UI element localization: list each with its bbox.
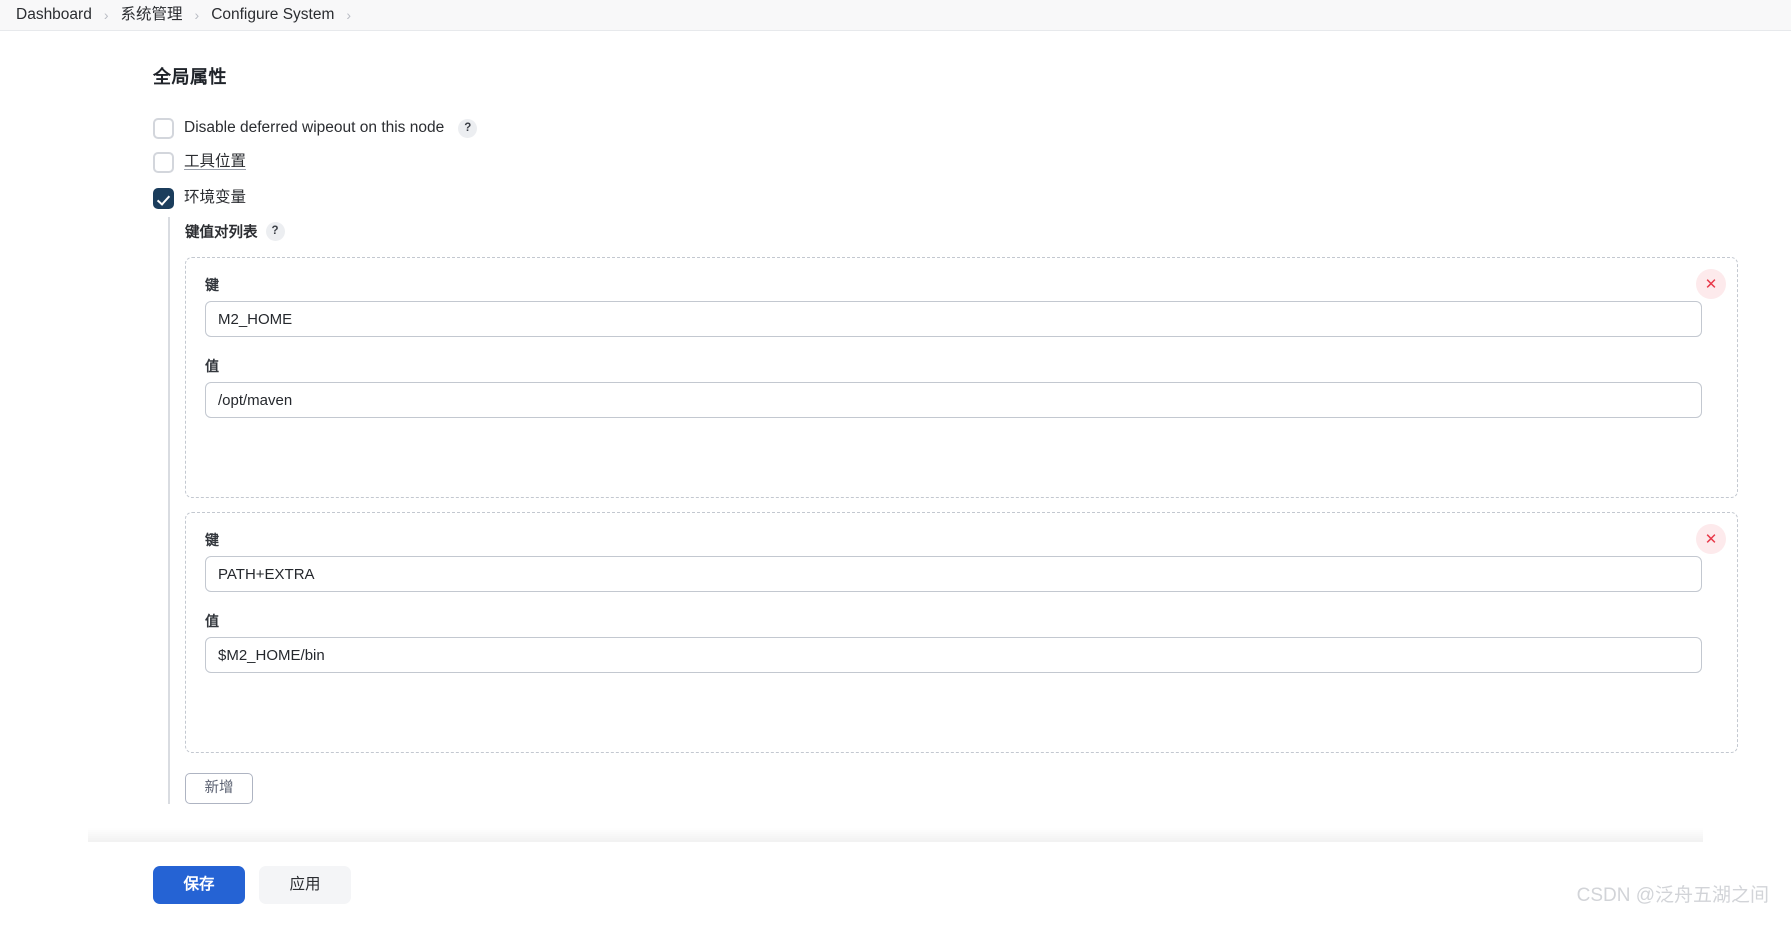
checkbox-tool-locations[interactable] — [153, 152, 174, 173]
delete-entry-button[interactable]: ✕ — [1696, 524, 1726, 554]
env-var-value-group: 值 — [205, 359, 1718, 418]
key-value-list-header: 键值对列表 ? — [185, 221, 1791, 242]
checkbox-row-tool-locations[interactable]: 工具位置 — [153, 152, 1791, 173]
save-button[interactable]: 保存 — [153, 865, 245, 904]
add-entry-button[interactable]: 新增 — [185, 773, 253, 804]
env-var-entry-card: ✕ 键 值 — [185, 512, 1738, 753]
apply-button[interactable]: 应用 — [259, 865, 351, 904]
checkbox-disable-deferred-wipeout[interactable] — [153, 118, 174, 139]
env-var-key-group: 键 — [205, 278, 1718, 337]
breadcrumb-item-configure-system[interactable]: Configure System — [203, 7, 342, 23]
env-var-value-label: 值 — [205, 613, 219, 629]
env-var-value-input[interactable] — [205, 637, 1702, 673]
chevron-right-icon: › — [346, 7, 352, 23]
delete-entry-button[interactable]: ✕ — [1696, 269, 1726, 299]
checkbox-label-tool-locations: 工具位置 — [184, 153, 247, 171]
breadcrumb-item-system-management[interactable]: 系统管理 — [113, 7, 191, 23]
checkbox-environment-variables[interactable] — [153, 188, 174, 209]
checkbox-row-environment-variables[interactable]: 环境变量 — [153, 188, 1791, 209]
help-icon[interactable]: ? — [458, 119, 478, 138]
checkbox-row-disable-deferred-wipeout[interactable]: Disable deferred wipeout on this node ? — [153, 118, 1791, 139]
env-var-value-label: 值 — [205, 358, 219, 374]
env-var-value-group: 值 — [205, 614, 1718, 673]
page-body: 全局属性 Disable deferred wipeout on this no… — [0, 31, 1791, 927]
help-icon[interactable]: ? — [265, 222, 285, 241]
breadcrumb: Dashboard › 系统管理 › Configure System › — [0, 0, 1791, 31]
page-title: 全局属性 — [153, 67, 227, 87]
form-action-bar: 保存 应用 — [0, 828, 1791, 927]
breadcrumb-item-dashboard[interactable]: Dashboard — [8, 7, 100, 23]
chevron-right-icon: › — [103, 7, 109, 23]
env-var-key-label: 键 — [205, 532, 219, 548]
chevron-right-icon: › — [194, 7, 200, 23]
watermark: CSDN @泛舟五湖之间 — [1576, 885, 1769, 906]
env-var-value-input[interactable] — [205, 382, 1702, 418]
config-form-scroll-area: 全局属性 Disable deferred wipeout on this no… — [0, 31, 1791, 873]
checkbox-label-environment-variables: 环境变量 — [184, 189, 247, 207]
env-var-entry-card: ✕ 键 值 — [185, 257, 1738, 498]
env-var-key-input[interactable] — [205, 556, 1702, 592]
env-var-key-label: 键 — [205, 277, 219, 293]
environment-variables-section: 键值对列表 ? ✕ 键 值 ✕ 键 — [168, 217, 1791, 804]
env-var-key-group: 键 — [205, 533, 1718, 592]
env-var-key-input[interactable] — [205, 301, 1702, 337]
key-value-list-label: 键值对列表 — [185, 225, 258, 241]
checkbox-label-disable-deferred-wipeout: Disable deferred wipeout on this node — [184, 119, 445, 137]
